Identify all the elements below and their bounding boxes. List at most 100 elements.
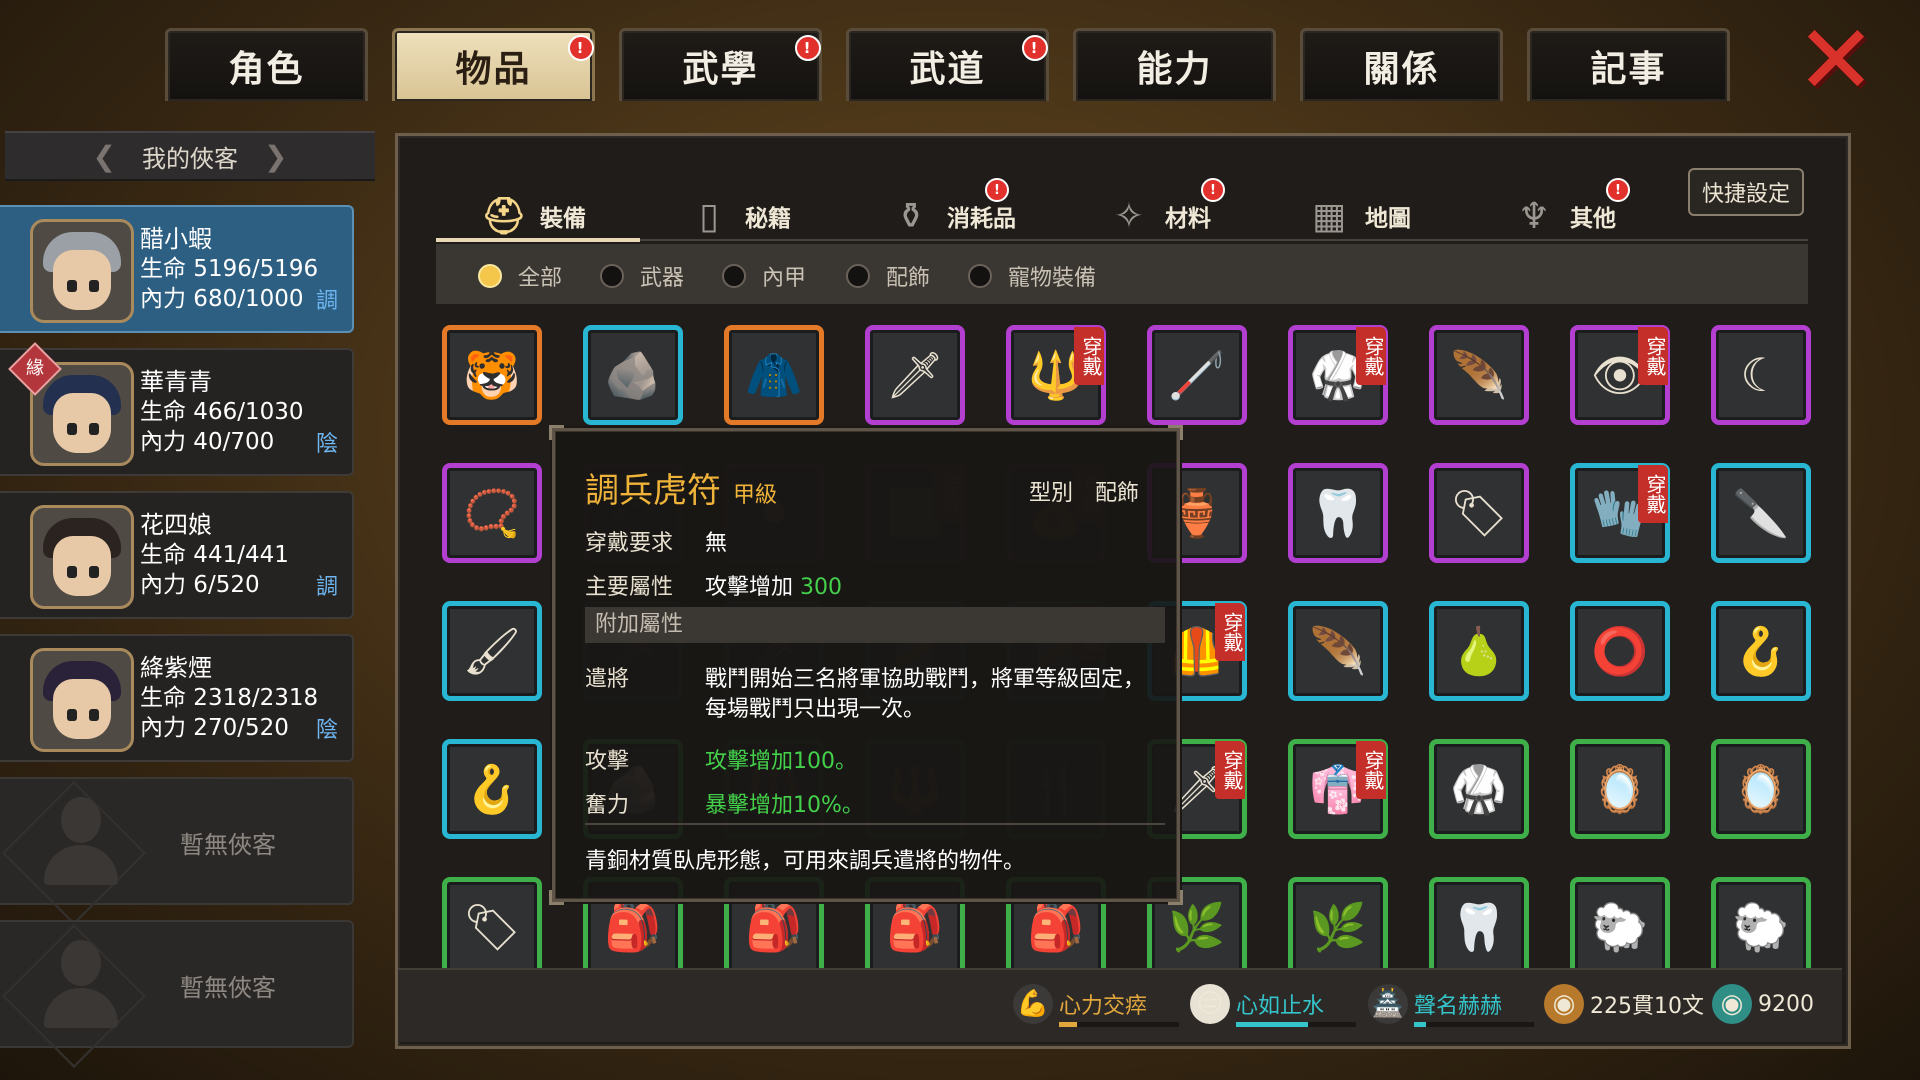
- filter-label: 全部: [518, 266, 563, 291]
- tab-label: 武道: [909, 49, 986, 90]
- tab-2[interactable]: 武學!: [619, 28, 822, 101]
- tab-0[interactable]: 角色: [165, 28, 368, 101]
- portrait-face: [53, 393, 111, 453]
- item-slot[interactable]: 🏷: [1429, 463, 1529, 563]
- extra-attr-header: 附加屬性: [585, 607, 1165, 643]
- category-label: 裝備: [540, 206, 586, 232]
- filter-option[interactable]: 全部: [478, 260, 562, 292]
- item-slot[interactable]: 🪝: [442, 739, 542, 839]
- tab-6[interactable]: 記事: [1527, 28, 1730, 101]
- chevron-right-icon[interactable]: ❯: [264, 140, 287, 173]
- item-slot[interactable]: 🧤 穿戴: [1570, 463, 1670, 563]
- item-slot[interactable]: 🔱 穿戴: [1006, 325, 1106, 425]
- item-slot[interactable]: 🦷: [1429, 877, 1529, 969]
- item-slot[interactable]: 🐯: [442, 325, 542, 425]
- item-icon: 🖌: [462, 624, 522, 678]
- item-slot[interactable]: 🪞: [1711, 739, 1811, 839]
- item-slot[interactable]: 🐑: [1570, 877, 1670, 969]
- item-slot[interactable]: 📿: [442, 463, 542, 563]
- status-icon: 💪: [1013, 984, 1053, 1024]
- item-slot[interactable]: 🪨: [583, 325, 683, 425]
- hero-card[interactable]: 絳紫煙 生命 2318/2318 內力 270/520 陰: [0, 634, 354, 762]
- radio-icon: [846, 264, 870, 288]
- filter-option[interactable]: 內甲: [722, 260, 806, 292]
- item-slot[interactable]: 🪶: [1288, 601, 1388, 701]
- main-tab-bar: 角色 物品! 武學! 武道! 能力 關係 記事: [165, 28, 1735, 101]
- item-icon: 🌿: [1309, 900, 1367, 954]
- item-slot[interactable]: 🔪: [1711, 463, 1811, 563]
- portrait-eye: [67, 709, 77, 721]
- filter-option[interactable]: 寵物裝備: [968, 260, 1096, 292]
- filter-option[interactable]: 配飾: [846, 260, 930, 292]
- chevron-left-icon[interactable]: ❮: [93, 140, 116, 173]
- item-tooltip: 調兵虎符 甲級 型別 配飾 穿戴要求 無 主要屬性 攻擊增加 300 附加屬性 …: [549, 425, 1183, 905]
- item-slot[interactable]: ⭕: [1570, 601, 1670, 701]
- close-icon[interactable]: ✕: [1795, 12, 1877, 108]
- equipped-badge: 穿戴: [1215, 603, 1245, 661]
- tab-5[interactable]: 關係: [1300, 28, 1503, 101]
- item-slot[interactable]: 🪝: [1711, 601, 1811, 701]
- category-tab-5[interactable]: ♆ 其他!: [1508, 178, 1630, 252]
- tab-label: 物品: [455, 49, 532, 90]
- portrait-eye: [89, 566, 99, 578]
- item-icon: 🪝: [463, 762, 521, 816]
- equipped-badge: 穿戴: [1356, 327, 1386, 385]
- item-slot[interactable]: ☾: [1711, 325, 1811, 425]
- item-slot[interactable]: 🦷: [1288, 463, 1388, 563]
- item-slot[interactable]: 🍐: [1429, 601, 1529, 701]
- item-icon: 🌿: [1168, 900, 1226, 954]
- equipped-badge: 穿戴: [1356, 741, 1386, 799]
- item-icon: 🎒: [745, 900, 803, 954]
- item-slot[interactable]: 👁 穿戴: [1570, 325, 1670, 425]
- tab-4[interactable]: 能力: [1073, 28, 1276, 101]
- category-tab-1[interactable]: ▯ 秘籍: [683, 180, 791, 252]
- item-slot[interactable]: 🏷: [442, 877, 542, 969]
- item-slot[interactable]: 🦯: [1147, 325, 1247, 425]
- item-slot[interactable]: 🥋: [1429, 739, 1529, 839]
- category-tab-4[interactable]: ▦ 地圖: [1303, 180, 1411, 252]
- item-icon: 🎒: [1027, 900, 1085, 954]
- item-slot[interactable]: 🗡: [865, 325, 965, 425]
- portrait-eye: [67, 280, 77, 292]
- tab-label: 記事: [1590, 49, 1667, 90]
- attr-value: 攻擊增加100。: [705, 749, 857, 774]
- main-attr-value: 攻擊增加 300: [705, 569, 842, 601]
- hero-hp: 生命 466/1030: [140, 399, 304, 425]
- quick-settings-button[interactable]: 快捷設定: [1688, 168, 1804, 216]
- item-slot[interactable]: 🌿: [1288, 877, 1388, 969]
- hero-mp: 內力 40/700: [140, 429, 275, 455]
- item-slot[interactable]: 🪶: [1429, 325, 1529, 425]
- filter-option[interactable]: 武器: [600, 260, 684, 292]
- category-tab-2[interactable]: ⚱ 消耗品!: [885, 178, 1016, 252]
- category-icon: ⛑: [481, 196, 527, 237]
- portrait-eye: [89, 709, 99, 721]
- tab-label: 武學: [682, 49, 759, 90]
- item-slot[interactable]: 🥋 穿戴: [1288, 325, 1388, 425]
- category-tab-3[interactable]: ✧ 材料!: [1103, 178, 1225, 252]
- item-slot[interactable]: 🖌: [442, 601, 542, 701]
- hero-card[interactable]: 醋小蝦 生命 5196/5196 內力 680/1000 調: [0, 205, 354, 333]
- status-item: ◉ 9200: [1712, 984, 1814, 1024]
- portrait-face: [53, 679, 111, 739]
- item-slot[interactable]: 🐑: [1711, 877, 1811, 969]
- hero-card[interactable]: 花四娘 生命 441/441 內力 6/520 調: [0, 491, 354, 619]
- item-slot[interactable]: 🧥: [724, 325, 824, 425]
- item-icon: 🏷: [462, 900, 522, 954]
- requirement-label: 穿戴要求: [585, 531, 674, 556]
- equipped-badge: 穿戴: [1215, 741, 1245, 799]
- equipped-badge: 穿戴: [1638, 465, 1668, 523]
- silhouette-icon: [1, 923, 147, 1069]
- tab-3[interactable]: 武道!: [846, 28, 1049, 101]
- hero-tag: 調: [315, 289, 338, 314]
- item-slot[interactable]: 👘 穿戴: [1288, 739, 1388, 839]
- alert-badge-icon: !: [568, 35, 594, 61]
- hero-tag: 陰: [315, 718, 338, 743]
- main-attr-label: 主要屬性: [585, 575, 674, 600]
- item-slot[interactable]: 🪞: [1570, 739, 1670, 839]
- item-icon: 🧥: [745, 348, 803, 402]
- status-icon: 😑: [1190, 984, 1230, 1024]
- hero-card[interactable]: 華青青 生命 466/1030 內力 40/700 陰緣: [0, 342, 354, 476]
- status-icon: ◉: [1712, 984, 1752, 1024]
- main-attr-number: 300: [800, 575, 843, 600]
- tab-1[interactable]: 物品!: [392, 28, 595, 101]
